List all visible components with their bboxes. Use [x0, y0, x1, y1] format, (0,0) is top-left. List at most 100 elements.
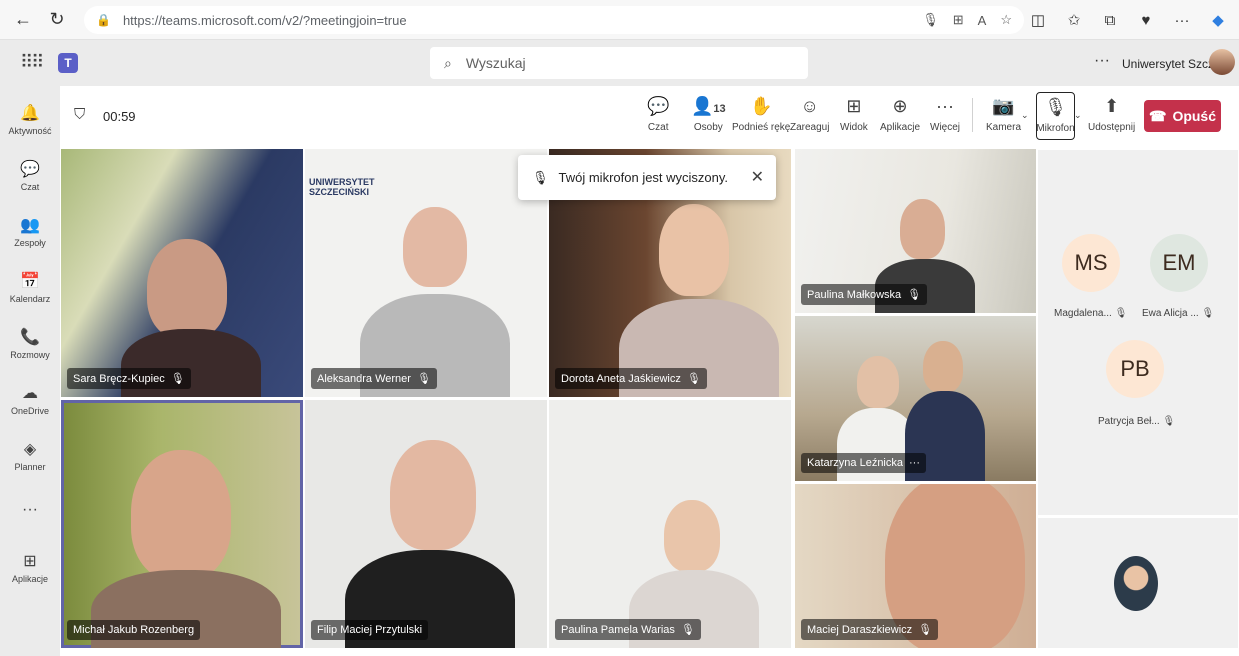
- participant-face: [147, 239, 227, 339]
- video-tile[interactable]: Paulina Pamela Warias 🎙: [549, 400, 791, 648]
- participant-face: [403, 207, 467, 287]
- extensions-icon[interactable]: ♥: [1131, 5, 1161, 35]
- participant-avatar[interactable]: MS: [1062, 234, 1120, 292]
- rail-label: Aplikacje: [11, 573, 49, 584]
- rail-item-apps[interactable]: ⊞ Aplikacje: [0, 538, 60, 596]
- search-icon: ⌕: [444, 54, 452, 71]
- camera-chevron-icon[interactable]: ⌄: [1021, 110, 1029, 121]
- participant-name: Dorota Aneta Jaśkiewicz: [561, 372, 681, 385]
- rail-item-onedrive[interactable]: ☁ OneDrive: [0, 370, 60, 428]
- read-aloud-icon[interactable]: A: [978, 13, 987, 28]
- side-name-text: Patrycja Beł...: [1098, 416, 1160, 427]
- toolbar-divider: [972, 98, 973, 132]
- calendar-icon: 📅: [20, 272, 40, 290]
- participant-face: [900, 199, 945, 259]
- grid-icon: ⊞: [846, 96, 862, 116]
- logo-line: SZCZECIŃSKI: [309, 187, 370, 197]
- people-label: Osoby: [693, 122, 723, 133]
- copilot-icon[interactable]: ◆: [1203, 5, 1233, 35]
- participant-name-tag: Michał Jakub Rozenberg: [67, 620, 201, 640]
- video-tile[interactable]: Katarzyna Leźnicka ···: [795, 316, 1036, 481]
- more-options-icon[interactable]: ···: [909, 457, 920, 469]
- raise-hand-button[interactable]: ✋ Podnieś rękę: [732, 94, 790, 140]
- lock-icon: 🔒: [96, 13, 111, 27]
- participant-name-tag: Filip Maciej Przytulski: [311, 620, 429, 640]
- rail-item-calendar[interactable]: 📅 Kalendarz: [0, 258, 60, 316]
- chat-button[interactable]: 💬 Czat: [647, 94, 669, 140]
- apps-icon[interactable]: ⊞: [953, 12, 964, 28]
- self-avatar: [1114, 556, 1158, 611]
- browser-menu-icon[interactable]: ···: [1167, 5, 1197, 35]
- teams-header: ⠿⠿ T ⌕ Wyszukaj ··· Uniwersytet Szcz...: [0, 40, 1239, 86]
- teams-logo-icon: T: [58, 53, 78, 73]
- user-avatar[interactable]: [1209, 49, 1235, 75]
- add-icon: ⊕: [892, 96, 908, 116]
- mic-chevron-icon[interactable]: ⌄: [1074, 110, 1082, 121]
- logo-line: UNIWERSYTET: [309, 177, 375, 187]
- back-button[interactable]: ←: [6, 5, 40, 35]
- rail-item-activity[interactable]: 🔔 Aktywność: [0, 90, 60, 148]
- rail-label: Planner: [14, 461, 46, 472]
- rail-item-teams[interactable]: 👥 Zespoły: [0, 202, 60, 260]
- search-input[interactable]: ⌕ Wyszukaj: [430, 47, 808, 79]
- refresh-button[interactable]: ↻: [40, 5, 74, 35]
- rail-label: Zespoły: [14, 237, 46, 248]
- apps-button[interactable]: ⊕ Aplikacje: [880, 94, 920, 140]
- app-launcher-icon[interactable]: ⠿⠿: [20, 52, 44, 73]
- mic-off-icon: 🎙: [532, 169, 549, 185]
- collections-icon[interactable]: ⧉: [1095, 5, 1125, 35]
- meeting-toolbar: ⛉ 00:59 💬 Czat 👤13 Osoby ✋ Podnieś rękę …: [60, 86, 1239, 148]
- mic-button[interactable]: 🎙 Mikrofon: [1036, 92, 1075, 140]
- split-screen-icon[interactable]: ◫: [1023, 5, 1053, 35]
- leave-label: Opuść: [1172, 108, 1217, 124]
- leave-button[interactable]: ☎ Opuść: [1144, 100, 1221, 132]
- view-button[interactable]: ⊞ Widok: [840, 94, 868, 140]
- mic-muted-icon: 🎙: [686, 373, 701, 385]
- participant-name: Maciej Daraszkiewicz: [807, 623, 913, 636]
- participant-avatar[interactable]: EM: [1150, 234, 1208, 292]
- people-button[interactable]: 👤13 Osoby: [691, 94, 726, 140]
- rail-label: Czat: [20, 181, 40, 192]
- video-tile-active-speaker[interactable]: Michał Jakub Rozenberg: [61, 400, 303, 648]
- react-button[interactable]: ☺ Zareaguj: [790, 94, 829, 140]
- rail-label: Rozmowy: [10, 349, 50, 360]
- bell-icon: 🔔: [20, 104, 40, 122]
- video-tile[interactable]: Filip Maciej Przytulski: [305, 400, 547, 648]
- add-app-icon: ⊞: [23, 552, 37, 570]
- share-button[interactable]: ⬆ Udostępnij: [1088, 94, 1135, 140]
- rail-item-chat[interactable]: 💬 Czat: [0, 146, 60, 204]
- rail-item-planner[interactable]: ◈ Planner: [0, 426, 60, 484]
- camera-button[interactable]: 📷 Kamera: [986, 94, 1021, 140]
- video-tile[interactable]: Paulina Małkowska 🎙: [795, 149, 1036, 313]
- favorite-star-icon[interactable]: ☆: [1000, 12, 1012, 28]
- avatar-initials: MS: [1074, 250, 1108, 275]
- rail-item-more[interactable]: ···: [0, 482, 60, 540]
- video-tile[interactable]: Sara Bręcz-Kupiec 🎙: [61, 149, 303, 397]
- participant-name: Filip Maciej Przytulski: [317, 624, 423, 636]
- address-bar[interactable]: 🔒 https://teams.microsoft.com/v2/?meetin…: [84, 6, 1024, 34]
- rail-item-calls[interactable]: 📞 Rozmowy: [0, 314, 60, 372]
- close-icon[interactable]: ✕: [751, 167, 764, 187]
- people-count: 13: [713, 103, 726, 115]
- smiley-icon: ☺: [800, 96, 819, 116]
- mic-muted-toast: 🎙 Twój mikrofon jest wyciszony. ✕: [518, 155, 776, 200]
- video-tile[interactable]: Maciej Daraszkiewicz 🎙: [795, 484, 1036, 648]
- participant-name: Sara Bręcz-Kupiec: [73, 372, 165, 385]
- self-view-tile[interactable]: [1038, 518, 1238, 648]
- mic-muted-icon: 🎙: [1114, 308, 1128, 319]
- mic-icon[interactable]: 🎙: [922, 12, 939, 28]
- participant-face: [664, 500, 720, 572]
- avatar-initials: EM: [1162, 250, 1196, 275]
- meeting-timer: 00:59: [103, 109, 136, 124]
- favorites-icon[interactable]: ✩: [1059, 5, 1089, 35]
- view-label: Widok: [840, 122, 868, 133]
- participant-name: Magdalena... 🎙: [1054, 308, 1127, 319]
- more-button[interactable]: ··· Więcej: [930, 94, 960, 140]
- shield-icon[interactable]: ⛉: [74, 106, 85, 123]
- participant-avatar[interactable]: PB: [1106, 340, 1164, 398]
- video-tile[interactable]: UNIWERSYTET SZCZECIŃSKI Aleksandra Werner…: [305, 149, 547, 397]
- planner-icon: ◈: [23, 440, 37, 458]
- camera-off-icon: 📷: [992, 96, 1015, 116]
- mic-off-icon: 🎙: [1044, 97, 1067, 117]
- more-options-icon[interactable]: ···: [1094, 52, 1110, 70]
